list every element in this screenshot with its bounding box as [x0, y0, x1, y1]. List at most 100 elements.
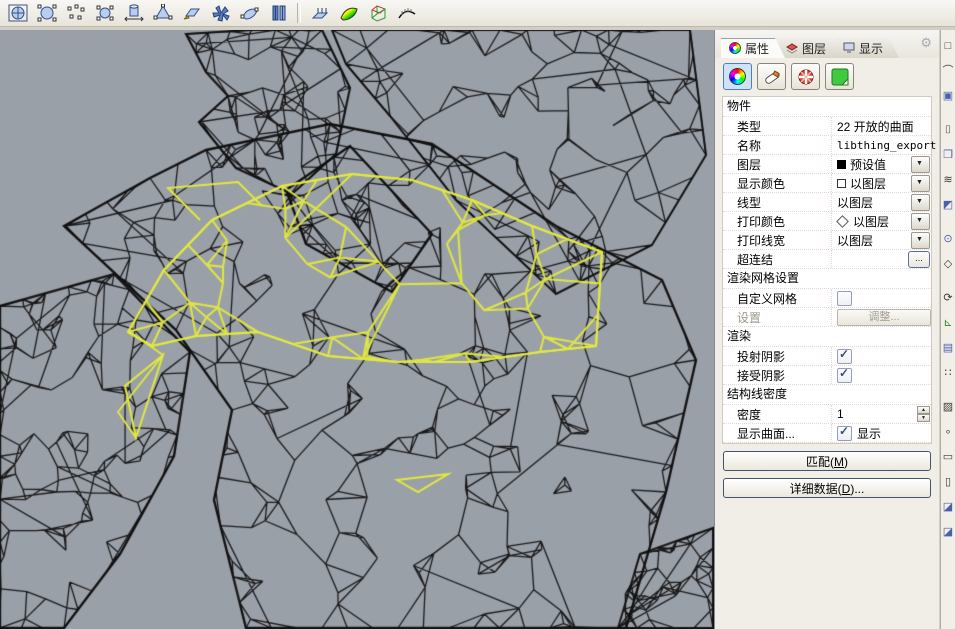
print-width-dropdown-button[interactable] [911, 232, 930, 249]
row-linetype: 线型 以图层 [723, 193, 931, 212]
green-swatch-icon [831, 68, 849, 86]
blue-squares-icon[interactable]: ▣ [941, 84, 955, 109]
panel-tab-strip: 属性 图层 显示 ⚙ [715, 30, 939, 58]
gear-icon[interactable]: ⚙ [920, 36, 932, 49]
hyperlink-browse-button[interactable]: ... [908, 251, 930, 268]
section-object: 物件 [723, 97, 931, 117]
bracket-box-icon[interactable]: ⌷ [941, 118, 955, 143]
tab-layers[interactable]: 图层 [778, 38, 842, 58]
cast-shadows-checkbox[interactable] [837, 349, 852, 364]
custom-mesh-checkbox[interactable] [837, 291, 852, 306]
wireframe-canvas[interactable] [0, 30, 714, 629]
name-value[interactable]: libthing_export [837, 139, 936, 152]
layer-color-swatch [837, 160, 846, 169]
plane-surface-icon[interactable] [177, 1, 206, 26]
display-color-dropdown-button[interactable] [911, 175, 930, 192]
right-toolbar: □⌒▣⌷❒≋◩⊙◇⟳⊾▤∷▨∘▭▯◪◪ [940, 30, 955, 629]
match-button[interactable]: 匹配(M) [723, 451, 931, 471]
curvature-graph-icon[interactable] [392, 1, 421, 26]
row-density: 密度 1▲▼ [723, 405, 931, 424]
print-width-value: 以图层 [837, 232, 873, 249]
display-color-button[interactable] [723, 63, 752, 90]
cone-points-icon[interactable] [148, 1, 177, 26]
tab-layers-label: 图层 [802, 40, 826, 57]
texture-ball-icon [797, 68, 815, 86]
viewport-sphere-icon[interactable] [3, 1, 32, 26]
wire-box-icon[interactable] [363, 1, 392, 26]
small-square-icon[interactable]: □ [941, 34, 955, 59]
sphere-points-icon[interactable] [90, 1, 119, 26]
type-value: 22 开放的曲面 [837, 118, 914, 135]
layers-icon [786, 42, 798, 54]
row-cast-shadows: 投射阴影 [723, 347, 931, 366]
stepper-down-icon[interactable]: ▼ [917, 414, 930, 422]
layer-value: 预设值 [850, 156, 886, 173]
hatch-icon[interactable]: ▨ [941, 395, 955, 420]
linetype-dropdown-button[interactable] [911, 194, 930, 211]
details-button[interactable]: 详细数据(D)... [723, 478, 931, 498]
linetype-value: 以图层 [837, 194, 873, 211]
spring-icon[interactable]: ≋ [941, 168, 955, 193]
marker-pen-icon [763, 68, 781, 86]
viewport-3d[interactable] [0, 30, 715, 629]
blue-cube-icon[interactable]: ❒ [941, 143, 955, 168]
section-isocurve: 结构线密度 [723, 385, 931, 405]
monitor-icon [843, 42, 855, 54]
curve-point-icon[interactable]: ⌒ [941, 59, 955, 84]
color-wheel-icon [729, 68, 746, 85]
panel-curve-icon[interactable]: ◪ [941, 495, 955, 520]
list-squares-icon[interactable]: ▤ [941, 336, 955, 361]
display-color-value: 以图层 [850, 175, 886, 192]
panel-blank-icon[interactable]: ▯ [941, 470, 955, 495]
density-value[interactable]: 1 [837, 407, 844, 421]
panel-toolbar [715, 58, 939, 94]
row-print-width: 打印线宽 以图层 [723, 231, 931, 250]
cylinder-move-icon[interactable] [119, 1, 148, 26]
axis-icon[interactable]: ⊾ [941, 311, 955, 336]
properties-grid: 物件 类型 22 开放的曲面 名称 libthing_export 图层 预设值… [722, 96, 932, 444]
control-points-icon[interactable] [61, 1, 90, 26]
turbine-mesh-icon[interactable] [206, 1, 235, 26]
row-print-color: 打印颜色 以图层 [723, 212, 931, 231]
adjust-button[interactable]: 调整... [837, 309, 931, 326]
tab-display-label: 显示 [859, 40, 883, 57]
swatch-button[interactable] [825, 63, 854, 90]
blue-wedge-icon[interactable]: ◩ [941, 193, 955, 218]
tab-display[interactable]: 显示 [835, 38, 899, 58]
shape-trio-icon[interactable]: ◇ [941, 252, 955, 277]
color-wheel-icon [729, 42, 741, 54]
stepper-up-icon[interactable]: ▲ [917, 406, 930, 414]
display-color-swatch [837, 179, 846, 188]
row-show-surface: 显示曲面... 显示 [723, 424, 931, 443]
extrude-surface-icon[interactable] [305, 1, 334, 26]
layer-dropdown-button[interactable] [911, 156, 930, 173]
dashed-box-icon[interactable]: ▭ [941, 445, 955, 470]
sphere-select-icon[interactable] [32, 1, 61, 26]
receive-shadows-checkbox[interactable] [837, 368, 852, 383]
tab-properties[interactable]: 属性 [721, 38, 785, 58]
points-icon[interactable]: ∷ [941, 361, 955, 386]
globe-icon[interactable]: ⊙ [941, 227, 955, 252]
row-custom-mesh: 自定义网格 [723, 289, 931, 308]
tab-properties-label: 属性 [745, 40, 769, 57]
row-type: 类型 22 开放的曲面 [723, 117, 931, 136]
section-render-mesh: 渲染网格设置 [723, 269, 931, 289]
circles-icon[interactable]: ∘ [941, 420, 955, 445]
properties-panel: 属性 图层 显示 ⚙ 物件 类型 22 开放的曲面 [715, 30, 939, 629]
print-color-swatch [836, 215, 849, 228]
show-label: 显示 [857, 425, 881, 442]
patch-surface-icon[interactable] [235, 1, 264, 26]
show-surface-checkbox[interactable] [837, 426, 852, 441]
draft-analysis-icon[interactable] [334, 1, 363, 26]
material-button[interactable] [757, 63, 786, 90]
application-window: 属性 图层 显示 ⚙ 物件 类型 22 开放的曲面 [0, 0, 955, 629]
section-render: 渲染 [723, 327, 931, 347]
striped-slabs-icon[interactable] [264, 1, 293, 26]
print-color-dropdown-button[interactable] [911, 213, 930, 230]
texture-button[interactable] [791, 63, 820, 90]
row-layer: 图层 预设值 [723, 155, 931, 174]
panel-curve2-icon[interactable]: ◪ [941, 520, 955, 545]
rotate-icon[interactable]: ⟳ [941, 286, 955, 311]
density-stepper[interactable]: ▲▼ [917, 406, 930, 421]
row-hyperlink: 超连结 ... [723, 250, 931, 269]
